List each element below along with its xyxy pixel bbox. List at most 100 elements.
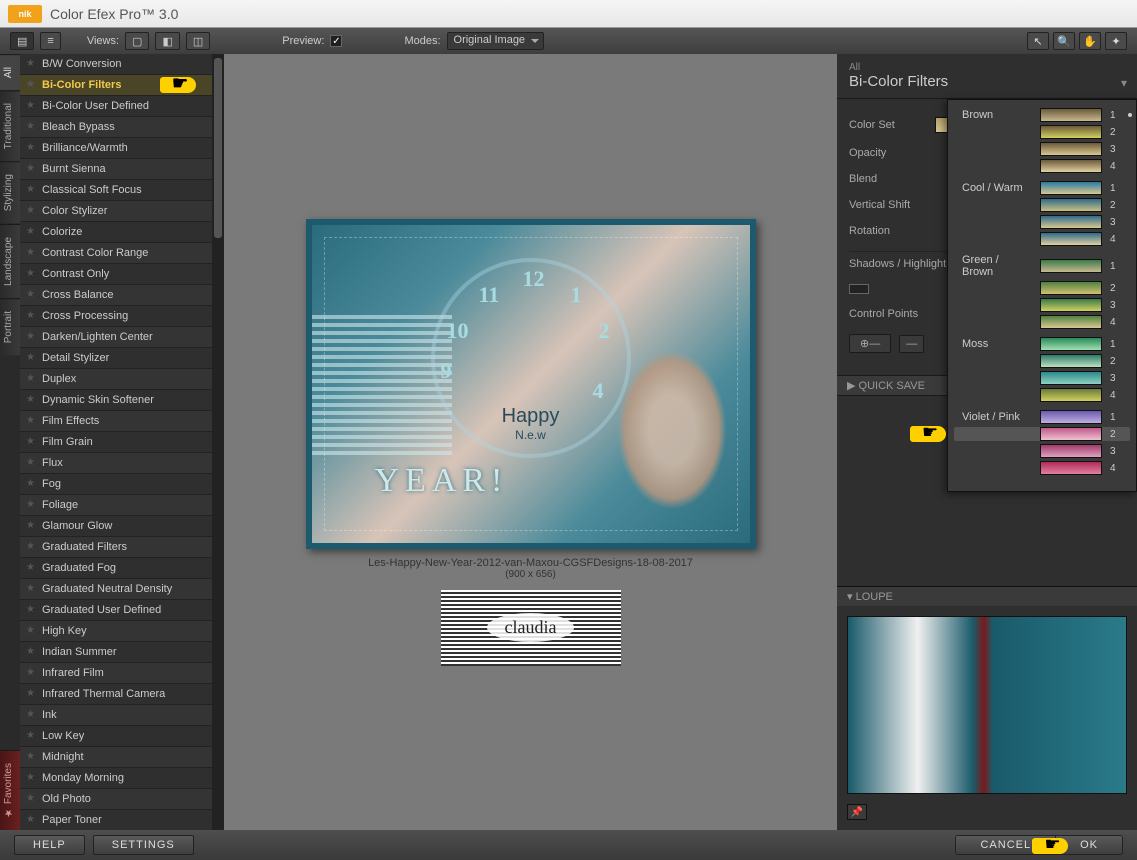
filter-list[interactable]: B/W ConversionBi-Color FiltersBi-Color U… — [20, 54, 224, 830]
filter-item[interactable]: Brilliance/Warmth — [20, 138, 224, 159]
filter-item[interactable]: Bi-Color Filters — [20, 75, 224, 96]
settings-section: Color Set 1 ▾ Opacity Blend Vertical Shi… — [837, 99, 1137, 375]
help-button[interactable]: HELP — [14, 835, 85, 855]
logo-icon: nik — [8, 5, 42, 23]
filter-item[interactable]: Indian Summer — [20, 642, 224, 663]
filter-item[interactable]: Bleach Bypass — [20, 117, 224, 138]
light-tool-icon[interactable]: ✦ — [1105, 32, 1127, 50]
add-cpoint-button[interactable]: ⊕— — [849, 334, 891, 353]
color-swatch-row[interactable]: 2 — [954, 427, 1130, 441]
filter-item[interactable]: Ink — [20, 705, 224, 726]
modes-dropdown[interactable]: Original Image — [447, 32, 545, 50]
filter-item[interactable]: Film Effects — [20, 411, 224, 432]
pointer-annotation-icon — [910, 426, 946, 442]
color-swatch-row[interactable]: 2 — [954, 198, 1130, 212]
filter-item[interactable]: Dynamic Skin Softener — [20, 390, 224, 411]
color-swatch-row[interactable]: 2 — [954, 354, 1130, 368]
pan-tool-icon[interactable]: ✋ — [1079, 32, 1101, 50]
vtab-landscape[interactable]: Landscape — [0, 224, 20, 298]
filter-item[interactable]: Paper Toner — [20, 810, 224, 830]
color-swatch-row[interactable]: 3 — [954, 298, 1130, 312]
filter-item[interactable]: Midnight — [20, 747, 224, 768]
filter-item[interactable]: Glamour Glow — [20, 516, 224, 537]
color-swatch-row[interactable]: 4 — [954, 159, 1130, 173]
list-view-icon[interactable]: ≡ — [40, 32, 60, 50]
filter-item[interactable]: Old Photo — [20, 789, 224, 810]
color-swatch-row[interactable]: Green / Brown1 — [954, 254, 1130, 278]
filter-item[interactable]: Burnt Sienna — [20, 159, 224, 180]
zoom-tool-icon[interactable]: 🔍 — [1053, 32, 1075, 50]
scrollbar[interactable] — [212, 54, 224, 830]
filter-item[interactable]: Bi-Color User Defined — [20, 96, 224, 117]
swatch-index: 3 — [1110, 217, 1120, 228]
color-swatch-row[interactable]: 3 — [954, 215, 1130, 229]
filter-item[interactable]: Cross Processing — [20, 306, 224, 327]
panel-menu-icon[interactable]: ▾ — [1121, 76, 1127, 90]
filter-item[interactable]: Cross Balance — [20, 285, 224, 306]
vtab-portrait[interactable]: Portrait — [0, 298, 20, 355]
filter-item[interactable]: High Key — [20, 621, 224, 642]
filter-item[interactable]: Duplex — [20, 369, 224, 390]
filter-item[interactable]: Graduated Neutral Density — [20, 579, 224, 600]
shadows-toggle[interactable] — [849, 284, 869, 294]
thumb-view-icon[interactable]: ▤ — [10, 32, 34, 50]
color-swatch-row[interactable]: 3 — [954, 444, 1130, 458]
filter-item[interactable]: Low Key — [20, 726, 224, 747]
scroll-thumb[interactable] — [214, 58, 222, 238]
app-title: Color Efex Pro™ 3.0 — [50, 6, 178, 22]
filter-item[interactable]: Flux — [20, 453, 224, 474]
filter-item[interactable]: Classical Soft Focus — [20, 180, 224, 201]
color-swatch-row[interactable]: 4 — [954, 388, 1130, 402]
filter-item[interactable]: Colorize — [20, 222, 224, 243]
color-swatch-row[interactable]: 3 — [954, 142, 1130, 156]
remove-cpoint-button[interactable]: — — [899, 335, 924, 353]
filter-item[interactable]: Film Grain — [20, 432, 224, 453]
color-swatch-row[interactable]: 4 — [954, 315, 1130, 329]
color-swatch-row[interactable]: Violet / Pink1 — [954, 410, 1130, 424]
settings-button[interactable]: SETTINGS — [93, 835, 194, 855]
filter-item[interactable]: Contrast Color Range — [20, 243, 224, 264]
view-single-icon[interactable]: ▢ — [125, 32, 149, 50]
color-swatch-row[interactable]: 4 — [954, 232, 1130, 246]
active-dot-icon — [1128, 113, 1132, 117]
pointer-tool-icon[interactable]: ↖ — [1027, 32, 1049, 50]
filter-item[interactable]: Infrared Film — [20, 663, 224, 684]
vertical-tabs: All Traditional Stylizing Landscape Port… — [0, 54, 20, 830]
color-swatch-row[interactable]: Cool / Warm1 — [954, 181, 1130, 195]
color-swatch-row[interactable]: 2 — [954, 281, 1130, 295]
preview-image: 12 1 2 4 10 11 9 Happy N.e.w YEAR! — [306, 219, 756, 549]
filter-item[interactable]: Contrast Only — [20, 264, 224, 285]
loupe-view[interactable] — [847, 616, 1127, 794]
vtab-all[interactable]: All — [0, 54, 20, 90]
filter-item[interactable]: Graduated Fog — [20, 558, 224, 579]
filter-item[interactable]: Color Stylizer — [20, 201, 224, 222]
right-panel: All Bi-Color Filters ▾ Color Set 1 ▾ Opa… — [837, 54, 1137, 830]
preview-checkbox[interactable]: ✓ — [330, 35, 342, 47]
filter-item[interactable]: Fog — [20, 474, 224, 495]
filter-item[interactable]: Monday Morning — [20, 768, 224, 789]
color-swatch-row[interactable]: 2 — [954, 125, 1130, 139]
filter-item[interactable]: Graduated Filters — [20, 537, 224, 558]
panel-category: All — [849, 62, 1125, 73]
view-side-icon[interactable]: ◫ — [186, 32, 210, 50]
loupe-header[interactable]: ▾ LOUPE — [837, 587, 1137, 606]
filter-item[interactable]: B/W Conversion — [20, 54, 224, 75]
shadows-label: Shadows / Highlights — [849, 258, 952, 270]
loupe-pin-icon[interactable]: 📌 — [847, 804, 867, 820]
color-swatch-row[interactable]: Moss1 — [954, 337, 1130, 351]
swatch-index: 2 — [1110, 356, 1120, 367]
footer: HELP SETTINGS CANCEL OK — [0, 830, 1137, 860]
color-swatch-row[interactable]: 4 — [954, 461, 1130, 475]
filter-item[interactable]: Foliage — [20, 495, 224, 516]
filter-item[interactable]: Darken/Lighten Center — [20, 327, 224, 348]
color-swatch-row[interactable]: 3 — [954, 371, 1130, 385]
swatch-index: 1 — [1110, 110, 1120, 121]
vtab-stylizing[interactable]: Stylizing — [0, 161, 20, 223]
color-swatch-row[interactable]: Brown1 — [954, 108, 1130, 122]
vtab-favorites[interactable]: ★ Favorites — [0, 750, 20, 830]
filter-item[interactable]: Infrared Thermal Camera — [20, 684, 224, 705]
filter-item[interactable]: Detail Stylizer — [20, 348, 224, 369]
vtab-traditional[interactable]: Traditional — [0, 90, 20, 161]
filter-item[interactable]: Graduated User Defined — [20, 600, 224, 621]
view-split-icon[interactable]: ◧ — [155, 32, 179, 50]
